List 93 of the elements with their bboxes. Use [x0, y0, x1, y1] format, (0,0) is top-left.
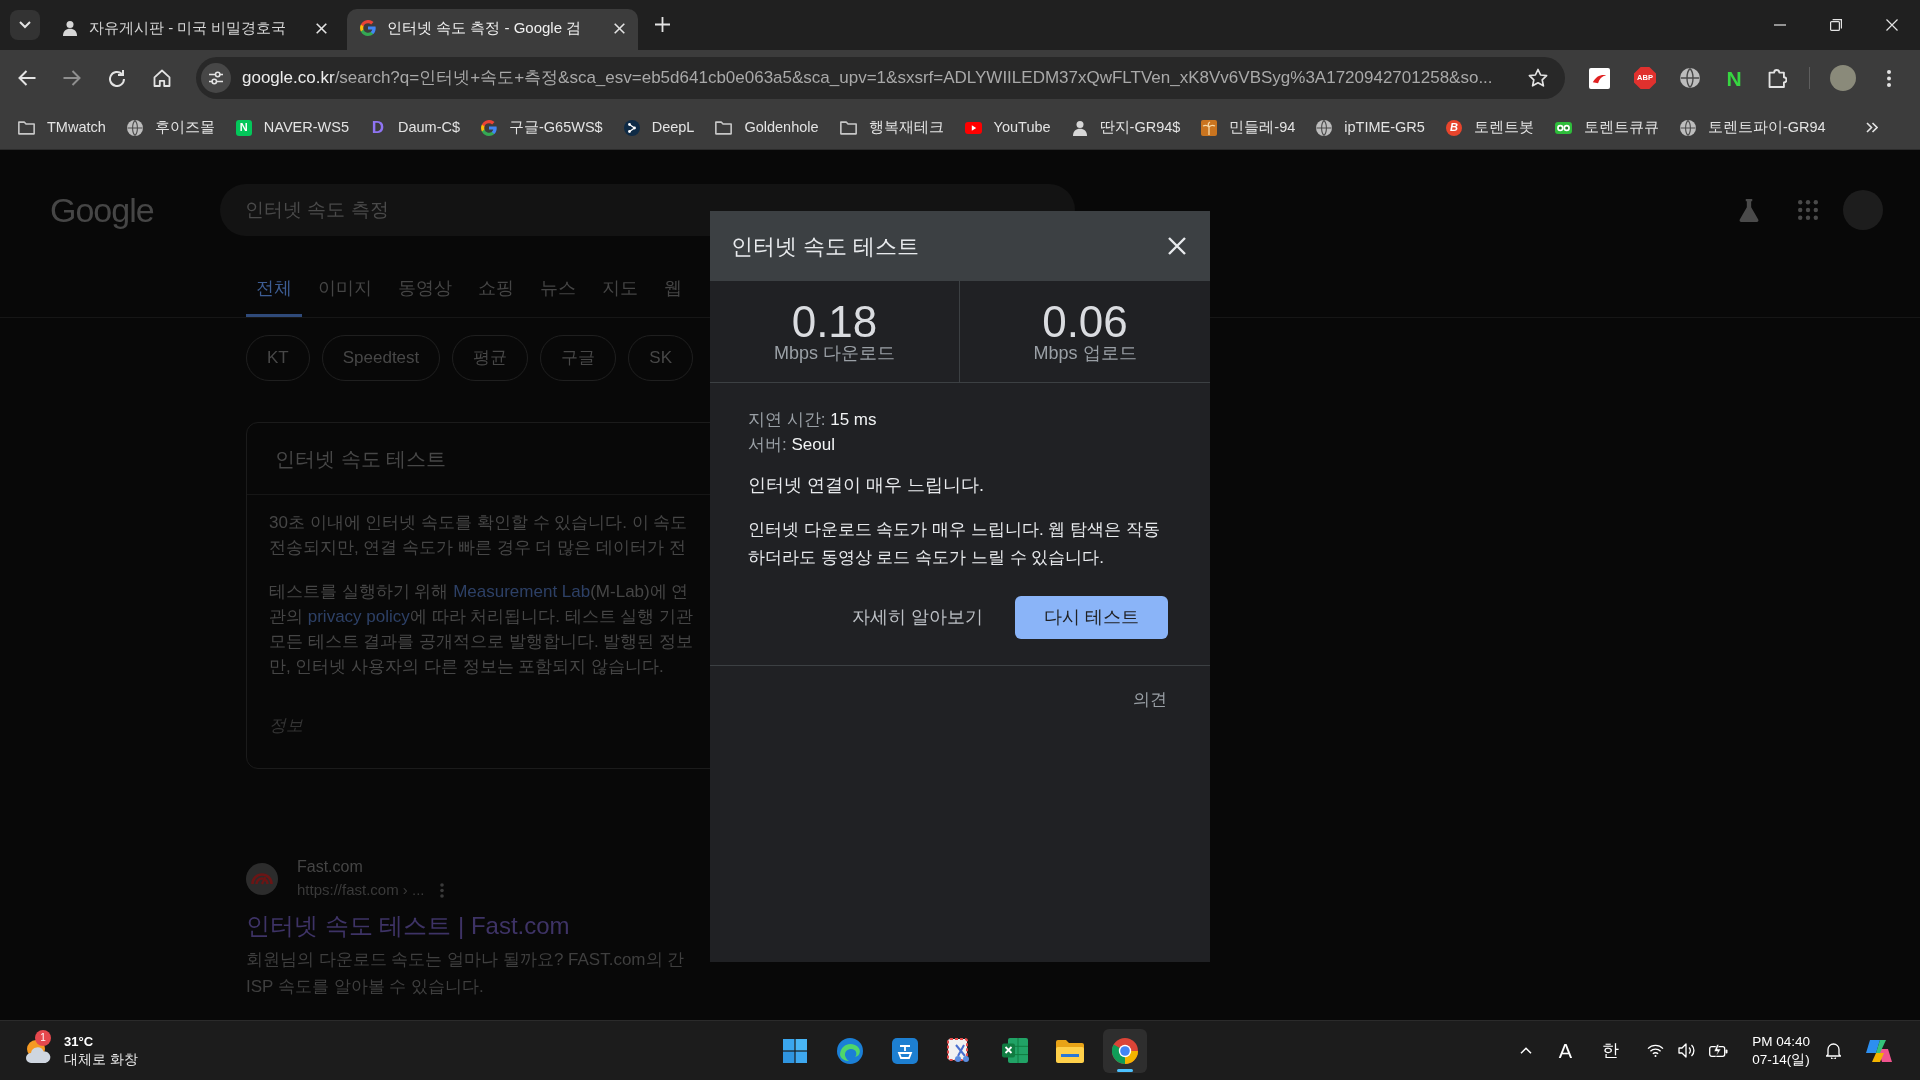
speed-unit: Mbps 업로드	[1033, 342, 1137, 364]
primary-button[interactable]: 다시 테스트	[1015, 596, 1168, 639]
globe-icon[interactable]	[1680, 68, 1700, 88]
speed-value: 0.06	[1042, 300, 1128, 344]
clock-time[interactable]: PM 04:40	[1752, 1032, 1810, 1051]
folder-icon	[18, 120, 35, 135]
bookmark[interactable]: 후이즈몰	[120, 112, 221, 143]
avatar-icon[interactable]	[1830, 65, 1856, 91]
puzzle-icon[interactable]	[1768, 68, 1787, 88]
detail-text: 지연 시간: 15 ms	[748, 409, 877, 431]
double-chevron-icon[interactable]	[1866, 122, 1878, 133]
battery-icon[interactable]	[1709, 1044, 1729, 1057]
reload-icon[interactable]	[108, 69, 126, 87]
clock-date[interactable]: 07-14(일)	[1752, 1050, 1810, 1069]
bookmark[interactable]: 구글-G65WS$	[475, 112, 609, 143]
play-icon	[964, 121, 982, 134]
blocks-logo-icon[interactable]	[1866, 1037, 1892, 1064]
home-icon[interactable]	[153, 69, 171, 87]
bookmark[interactable]: DeepL	[617, 112, 701, 143]
spreadsheet-icon	[1002, 1038, 1028, 1063]
plus-icon[interactable]	[655, 17, 670, 32]
chevron-down-icon	[19, 21, 31, 29]
bookmark[interactable]: 민들레-94	[1195, 112, 1302, 143]
detail-text: 서버: Seoul	[748, 434, 835, 456]
person-figure-icon	[62, 20, 78, 36]
feedback-link[interactable]: 의견	[1133, 687, 1167, 712]
more-menu-icon[interactable]	[1887, 69, 1891, 87]
folder-icon	[1056, 1038, 1084, 1063]
restore-icon[interactable]	[1830, 19, 1842, 31]
forward-arrow-icon[interactable]	[63, 70, 81, 86]
notification-badge: 1	[35, 1029, 51, 1046]
close-icon[interactable]	[614, 22, 625, 34]
site-name: Fast.com	[297, 857, 363, 877]
address-field[interactable]: google.co.kr/search?q=인터넷+속도+측정&sca_esv=eb5d641cb0e063a5&sca_upv=1&sxsrf=ADLYWIILEDM37xQwFLTVen_xK8Vv6VBSyg%3A1720942701258&so...	[196, 57, 1565, 99]
close-icon[interactable]	[1886, 19, 1898, 31]
description-text: 테스트를 실행하기 위해 Measurement Lab(M-Lab)에 연 관의 privacy policy에 따라 처리됩니다. 테스트 실행 기관 모든 테스트 결과를 공개적으로 발행합니다. 발행된 정보 만, 인터넷 사용자의 다른 정보는 포함되지 않습니다.	[269, 581, 694, 678]
bookmark[interactable]: TMwatch	[12, 112, 112, 143]
multicolor-g-icon	[360, 20, 376, 36]
description-text: 30초 이내에 인터넷 속도를 확인할 수 있습니다. 이 속도 전송되지만, 연결 속도가 빠른 경우 더 많은 데이터가 전	[269, 512, 688, 559]
taskbar-button[interactable]	[1103, 1028, 1147, 1073]
close-icon[interactable]	[1168, 237, 1186, 255]
language-indicator[interactable]: 한	[1602, 1042, 1620, 1059]
bookmark[interactable]: D Daum-C$	[363, 112, 466, 143]
bookmark[interactable]: ipTIME-GR5	[1310, 112, 1431, 143]
bookmark[interactable]: 토렌트큐큐	[1548, 112, 1665, 143]
tune-icon[interactable]	[201, 63, 231, 93]
active-indicator	[1117, 1068, 1133, 1072]
folder-icon	[715, 120, 733, 135]
app-tile-icon	[892, 1037, 918, 1064]
palm-tile-icon	[1201, 119, 1218, 136]
status-message: 인터넷 다운로드 속도가 매우 느립니다. 웹 탐색은 작동하더라도 동영상 로드 속도가 느릴 수 있습니다.	[748, 519, 1161, 569]
star-icon[interactable]	[1528, 68, 1548, 88]
bookmark[interactable]: B 토렌트봇	[1439, 112, 1540, 143]
letter-logo: B	[1445, 119, 1462, 136]
close-icon[interactable]	[316, 22, 327, 34]
weather-condition: 대체로 화창	[64, 1050, 138, 1068]
back-arrow-icon[interactable]	[18, 70, 36, 86]
text-link[interactable]: 자세히 알아보기	[836, 596, 999, 639]
logo-tile-icon[interactable]	[1589, 67, 1610, 89]
bookmark[interactable]: 토렌트파이-GR94	[1673, 112, 1832, 143]
bookmark[interactable]: 딴지-GR94$	[1065, 112, 1187, 143]
bell-icon[interactable]	[1826, 1042, 1841, 1059]
tricolor-circle-icon	[1112, 1037, 1138, 1064]
wave-circle-icon	[837, 1037, 863, 1064]
start-menu-icon	[783, 1038, 807, 1063]
bookmark[interactable]: YouTube	[958, 112, 1057, 143]
browser-tab[interactable]: 자유게시판 - 미국 비밀경호국	[49, 9, 340, 50]
temperature-text: 31°C	[64, 1033, 94, 1050]
letter-logo: D	[370, 119, 386, 136]
chevron-up-icon[interactable]	[1519, 1047, 1532, 1054]
speedometer-icon	[246, 863, 278, 895]
letter-logo[interactable]: N	[1724, 67, 1744, 89]
input-mode-indicator[interactable]: A	[1558, 1040, 1573, 1061]
bookmark[interactable]: N NAVER-WS5	[229, 112, 355, 143]
globe-icon	[1316, 119, 1333, 136]
bookmark[interactable]: Goldenhole	[709, 112, 825, 143]
status-headline: 인터넷 연결이 매우 느립니다.	[748, 474, 984, 497]
bookmark[interactable]: 행복재테크	[833, 112, 950, 143]
browser-tab[interactable]: 인터넷 속도 측정 - Google 검	[347, 9, 638, 50]
card-title: 인터넷 속도 테스트	[275, 446, 447, 472]
multicolor-g-icon	[481, 119, 497, 136]
goggles-icon	[1554, 121, 1572, 134]
globe-icon	[1679, 119, 1696, 136]
speed-value: 0.18	[791, 300, 878, 344]
speed-unit: Mbps 다운로드	[774, 342, 895, 364]
wifi-icon[interactable]	[1647, 1044, 1665, 1057]
speaker-icon[interactable]	[1678, 1043, 1697, 1058]
folder-icon	[839, 120, 857, 135]
chevron-nodes-icon	[623, 119, 640, 136]
letter-logo: N	[235, 119, 252, 136]
person-figure-icon	[1071, 119, 1088, 136]
globe-icon	[126, 119, 143, 136]
tab-search-button[interactable]	[10, 10, 40, 40]
